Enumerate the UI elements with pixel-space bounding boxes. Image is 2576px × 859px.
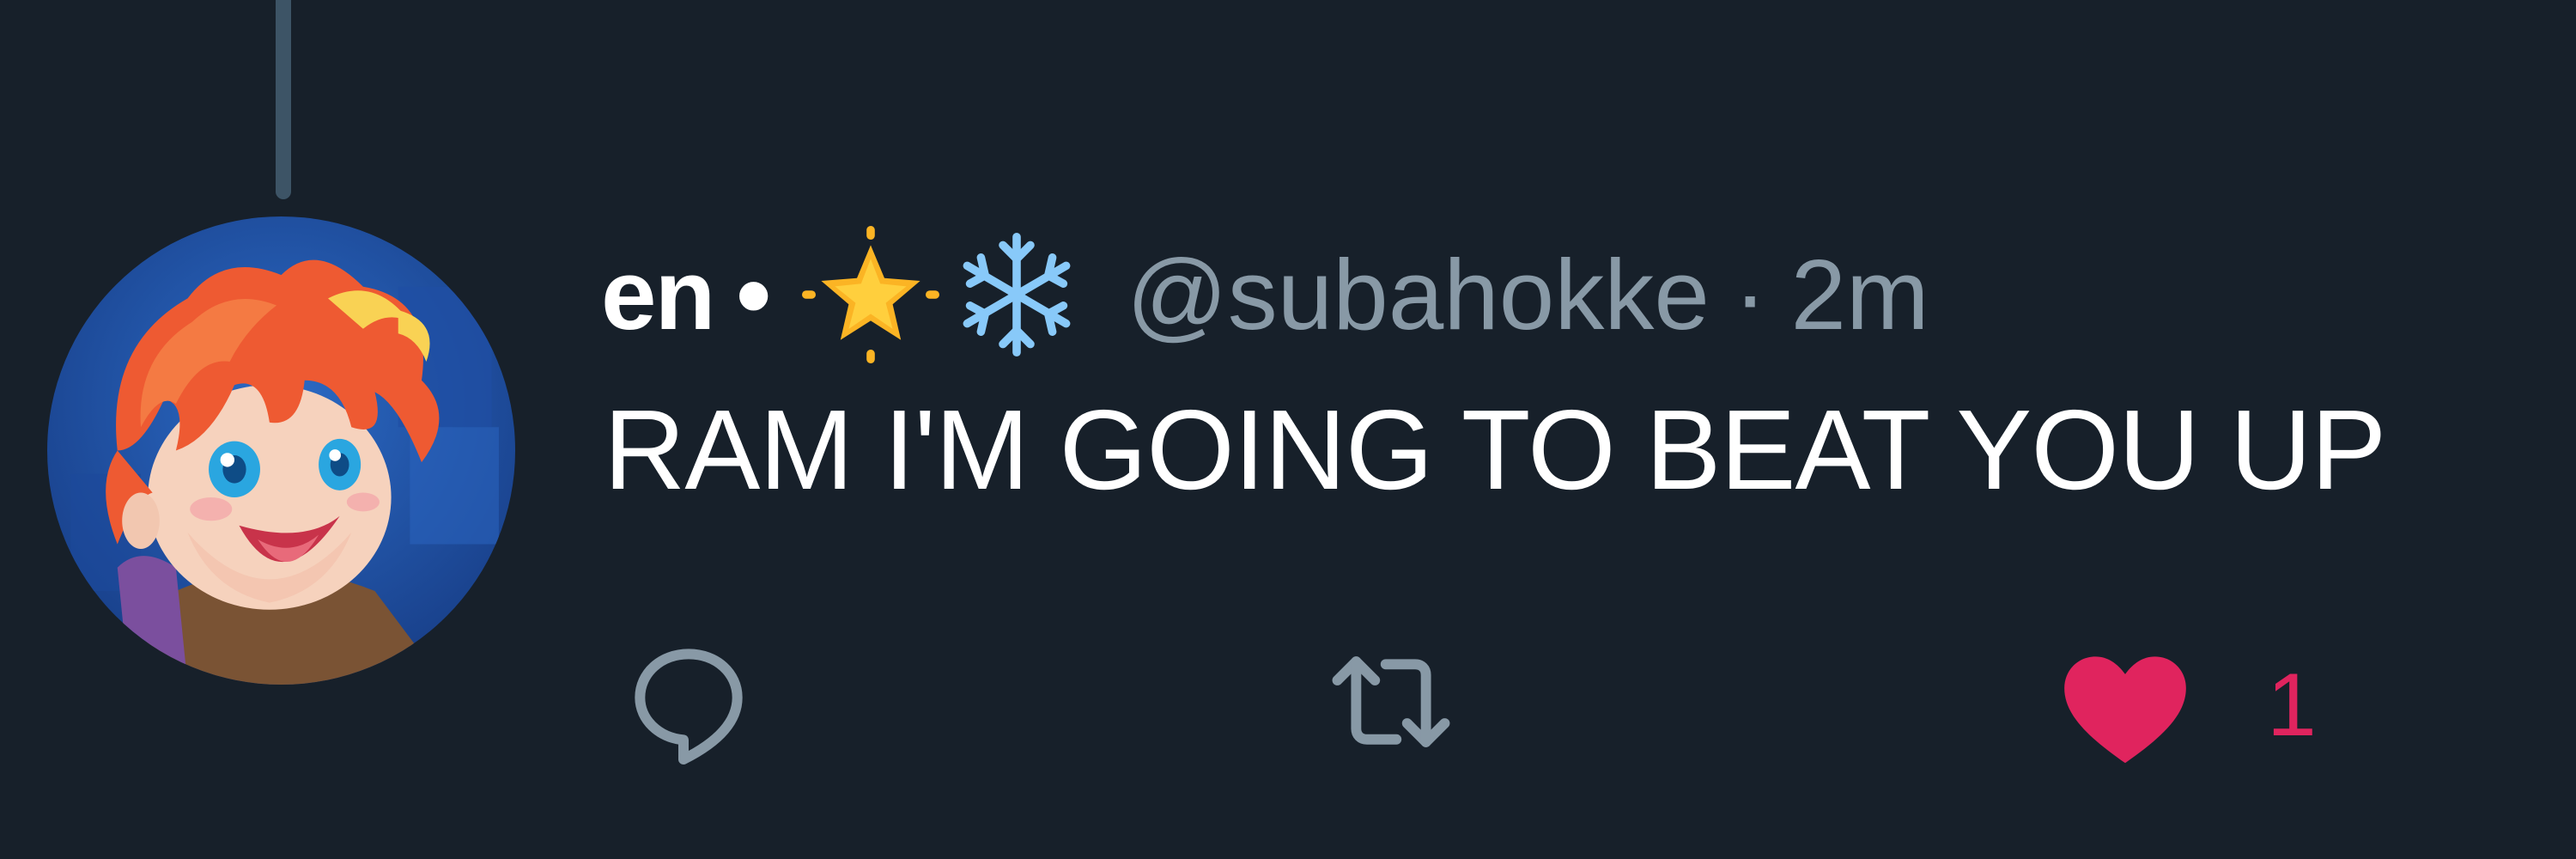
- heart-icon: [2064, 656, 2186, 764]
- display-name[interactable]: en: [601, 237, 715, 352]
- snowflake-icon: [948, 226, 1085, 363]
- reply-icon: [635, 649, 743, 765]
- avatar[interactable]: [47, 216, 515, 685]
- tweet-header: en • @subahokke · 2m: [601, 226, 1929, 363]
- retweet-icon: [1332, 656, 1450, 747]
- user-handle[interactable]: @subahokke: [1127, 237, 1710, 352]
- like-button[interactable]: 1: [2052, 632, 2317, 778]
- avatar-image: [47, 216, 515, 685]
- tweet-card[interactable]: en • @subahokke · 2m RAM I'M GOING TO BE…: [0, 0, 2576, 859]
- timestamp[interactable]: 2m: [1790, 237, 1929, 352]
- thread-connector-line: [276, 0, 291, 199]
- tweet-text: RAM I'M GOING TO BEAT YOU UP: [604, 387, 2386, 513]
- name-separator: •: [736, 239, 771, 350]
- like-count: 1: [2267, 655, 2317, 755]
- star-icon: [802, 226, 939, 363]
- reply-button[interactable]: [620, 634, 757, 771]
- time-separator: ·: [1733, 239, 1767, 350]
- retweet-button[interactable]: [1322, 637, 1460, 766]
